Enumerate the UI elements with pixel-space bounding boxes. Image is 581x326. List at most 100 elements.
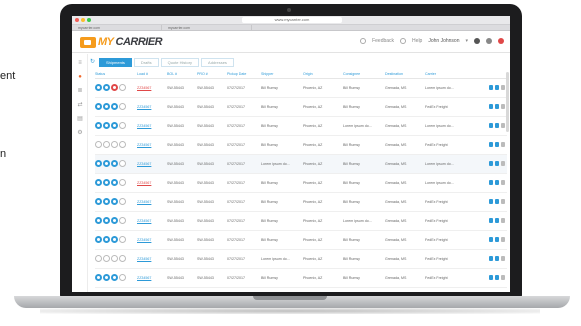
row-actions	[469, 173, 507, 193]
status-step-icon	[103, 179, 110, 186]
delete-icon[interactable]	[501, 237, 505, 242]
minimize-window-icon[interactable]	[81, 18, 85, 22]
load-cell[interactable]: ZZ34567	[137, 230, 167, 250]
delete-icon[interactable]	[501, 161, 505, 166]
delete-icon[interactable]	[501, 123, 505, 128]
tracking-nav-icon[interactable]: ⇄	[76, 102, 84, 108]
print-icon[interactable]	[489, 237, 493, 242]
load-cell[interactable]: ZZ34567	[137, 78, 167, 98]
print-icon[interactable]	[489, 85, 493, 90]
window-controls[interactable]	[75, 18, 91, 22]
status-step-icon	[95, 160, 102, 167]
column-header[interactable]: Shipper	[261, 70, 303, 79]
print-icon[interactable]	[489, 180, 493, 185]
load-cell[interactable]: ZZ34567	[137, 249, 167, 269]
load-cell[interactable]: ZZ34567	[137, 154, 167, 174]
column-header[interactable]	[469, 70, 507, 79]
print-icon[interactable]	[489, 218, 493, 223]
document-icon[interactable]	[495, 199, 499, 204]
tab-quote-history[interactable]: Quote History	[160, 58, 200, 67]
column-header[interactable]: Load #	[137, 70, 167, 79]
maximize-window-icon[interactable]	[87, 18, 91, 22]
table-row[interactable]: ZZ34567 SW-55443 SW-55443 07/27/2017 Bill Ru…	[95, 116, 507, 136]
address-bar[interactable]: www.mycarrier.com	[242, 17, 342, 23]
date-cell: 07/27/2017	[227, 230, 261, 250]
print-icon[interactable]	[489, 142, 493, 147]
document-icon[interactable]	[495, 161, 499, 166]
tab-addresses[interactable]: Addresses	[201, 58, 234, 67]
column-header[interactable]: Carrier	[425, 70, 469, 79]
document-icon[interactable]	[495, 256, 499, 261]
column-header[interactable]: Origin	[303, 70, 343, 79]
column-header[interactable]: BOL #	[167, 70, 197, 79]
close-window-icon[interactable]	[75, 18, 79, 22]
chevron-down-icon[interactable]: ▾	[465, 38, 468, 44]
settings-nav-icon[interactable]: ⚙	[76, 130, 84, 136]
document-icon[interactable]	[495, 85, 499, 90]
load-cell[interactable]: ZZ34567	[137, 97, 167, 117]
load-cell[interactable]: ZZ34567	[137, 211, 167, 231]
table-row[interactable]: ZZ34567 SW-55443 SW-55443 07/27/2017 Lorem i…	[95, 249, 507, 269]
table-row[interactable]: ZZ34567 SW-55443 SW-55443 07/27/2017 Bill Ru…	[95, 135, 507, 155]
print-icon[interactable]	[489, 275, 493, 280]
load-cell[interactable]: ZZ34567	[137, 135, 167, 155]
document-icon[interactable]	[495, 123, 499, 128]
delete-icon[interactable]	[501, 218, 505, 223]
delete-icon[interactable]	[501, 104, 505, 109]
table-row[interactable]: ZZ34567 SW-55443 SW-55443 07/27/2017 Lorem i…	[95, 154, 507, 174]
column-header[interactable]: PRO #	[197, 70, 227, 79]
load-cell[interactable]: ZZ34567	[137, 192, 167, 212]
feedback-link[interactable]: Feedback	[372, 38, 394, 44]
tab-shipments[interactable]: Shipments	[99, 58, 132, 67]
load-cell[interactable]: ZZ34567	[137, 173, 167, 193]
document-icon[interactable]	[495, 104, 499, 109]
column-header[interactable]: Status	[95, 70, 137, 79]
document-icon[interactable]	[495, 218, 499, 223]
column-header[interactable]: Pickup Date	[227, 70, 261, 79]
browser-tab[interactable]: mycarrier.com	[72, 25, 162, 30]
document-icon[interactable]	[495, 275, 499, 280]
notification-icon[interactable]	[498, 38, 504, 44]
avatar[interactable]	[474, 38, 480, 44]
logo[interactable]: MY CARRIER	[80, 36, 163, 48]
table-row[interactable]: ZZ34567 SW-55443 SW-55443 07/27/2017 Bill Ru…	[95, 230, 507, 250]
document-icon[interactable]	[495, 142, 499, 147]
status-step-icon	[119, 160, 126, 167]
document-icon[interactable]	[495, 180, 499, 185]
table-row[interactable]: ZZ34567 SW-55443 SW-55443 07/27/2017 Bill Ru…	[95, 192, 507, 212]
tab-drafts[interactable]: Drafts	[133, 58, 159, 67]
quotes-nav-icon[interactable]: ≣	[76, 88, 84, 94]
delete-icon[interactable]	[501, 275, 505, 280]
shipments-nav-icon[interactable]: ●	[76, 74, 84, 80]
carrier-cell: FedEx Freight	[425, 268, 469, 288]
reports-nav-icon[interactable]: ▤	[76, 116, 84, 122]
print-icon[interactable]	[489, 104, 493, 109]
gear-icon[interactable]	[486, 38, 492, 44]
delete-icon[interactable]	[501, 256, 505, 261]
delete-icon[interactable]	[501, 180, 505, 185]
print-icon[interactable]	[489, 199, 493, 204]
status-step-icon	[111, 236, 118, 243]
delete-icon[interactable]	[501, 199, 505, 204]
load-cell[interactable]: ZZ34567	[137, 268, 167, 288]
user-menu[interactable]: John Johnson	[428, 38, 459, 44]
help-link[interactable]: Help	[412, 38, 422, 44]
print-icon[interactable]	[489, 256, 493, 261]
load-cell[interactable]: ZZ34567	[137, 116, 167, 136]
menu-icon[interactable]: ≡	[76, 60, 84, 66]
print-icon[interactable]	[489, 161, 493, 166]
column-header[interactable]: Destination	[385, 70, 425, 79]
delete-icon[interactable]	[501, 85, 505, 90]
table-row[interactable]: ZZ34567 SW-55443 SW-55443 07/27/2017 Bill Ru…	[95, 97, 507, 117]
document-icon[interactable]	[495, 237, 499, 242]
column-header[interactable]: Consignee	[343, 70, 385, 79]
browser-tab[interactable]: mycarrier.com	[162, 25, 252, 30]
print-icon[interactable]	[489, 123, 493, 128]
delete-icon[interactable]	[501, 142, 505, 147]
table-row[interactable]: ZZ34567 SW-55443 SW-55443 07/27/2017 Bill Ru…	[95, 211, 507, 231]
refresh-icon[interactable]: ↻	[90, 58, 95, 65]
scrollbar[interactable]	[506, 72, 509, 132]
table-row[interactable]: ZZ34567 SW-55443 SW-55443 07/27/2017 Bill Ru…	[95, 78, 507, 98]
table-row[interactable]: ZZ34567 SW-55443 SW-55443 07/27/2017 Bill Ru…	[95, 268, 507, 288]
table-row[interactable]: ZZ34567 SW-55443 SW-55443 07/27/2017 Bill Ru…	[95, 173, 507, 193]
